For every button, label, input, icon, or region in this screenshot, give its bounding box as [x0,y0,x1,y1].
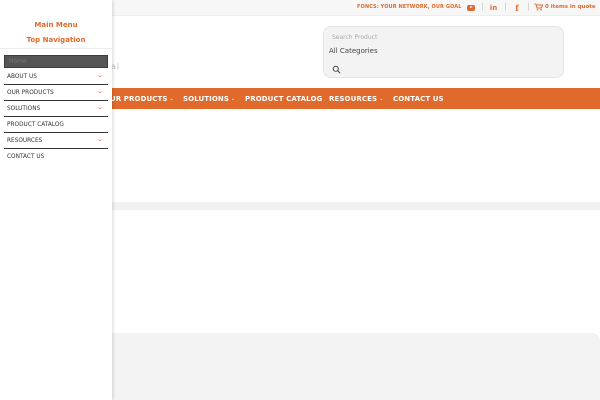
drawer-item-label: ABOUT US [7,74,37,80]
logo-fragment: al [111,62,121,71]
nav-item-solutions[interactable]: SOLUTIONS ⌄ [183,95,235,103]
side-drawer: × Main Menu Top Navigation Home ABOUT US… [0,0,112,400]
nav-item-our-products[interactable]: UR PRODUCTS ⌄ [110,95,174,103]
cart-icon [534,3,543,11]
main-menu-tab[interactable]: Main Menu [0,21,112,29]
divider [505,3,506,11]
nav-item-resources[interactable]: RESOURCES ⌄ [329,95,383,103]
facebook-icon[interactable]: f [513,3,521,13]
divider [528,3,529,11]
linkedin-icon[interactable]: in [489,3,498,12]
drawer-item-our-products[interactable]: OUR PRODUCTS ⌄ [4,85,108,101]
drawer-item-label: Home [9,58,27,65]
nav-item-contact-us[interactable]: CONTACT US [393,95,444,103]
divider [0,48,112,49]
chevron-down-icon: ⌄ [231,96,236,102]
chevron-down-icon[interactable]: ⌄ [97,87,103,95]
top-navigation-tab[interactable]: Top Navigation [0,36,112,44]
search-panel: All Categories [323,26,564,78]
footer-band [100,333,600,400]
drawer-item-about-us[interactable]: ABOUT US ⌄ [4,69,108,85]
close-icon[interactable]: × [97,3,103,11]
youtube-icon[interactable] [466,3,475,12]
drawer-item-label: OUR PRODUCTS [7,90,54,96]
search-icon[interactable] [332,65,341,74]
drawer-item-product-catalog[interactable]: PRODUCT CATALOG [4,117,108,133]
chevron-down-icon[interactable]: ⌄ [97,103,103,111]
chevron-down-icon: ⌄ [169,96,174,102]
chevron-down-icon[interactable]: ⌄ [97,135,103,143]
cart-label: 0 items in quote [545,4,596,10]
drawer-item-resources[interactable]: RESOURCES ⌄ [4,133,108,149]
category-select[interactable]: All Categories [329,47,378,55]
drawer-item-contact-us[interactable]: CONTACT US [4,149,108,165]
tagline: FONCS: YOUR NETWORK, OUR GOAL [357,4,462,10]
drawer-item-label: SOLUTIONS [7,106,41,112]
quote-cart-link[interactable]: 0 items in quote [534,3,596,11]
chevron-down-icon[interactable]: ⌄ [97,71,103,79]
nav-item-product-catalog[interactable]: PRODUCT CATALOG [245,95,322,103]
drawer-item-label: RESOURCES [7,138,43,144]
drawer-item-label: PRODUCT CATALOG [7,122,64,128]
drawer-item-home[interactable]: Home [4,55,108,68]
search-input[interactable] [332,31,557,43]
divider [482,3,483,11]
chevron-down-icon: ⌄ [379,96,384,102]
drawer-item-label: CONTACT US [7,154,45,160]
drawer-item-solutions[interactable]: SOLUTIONS ⌄ [4,101,108,117]
